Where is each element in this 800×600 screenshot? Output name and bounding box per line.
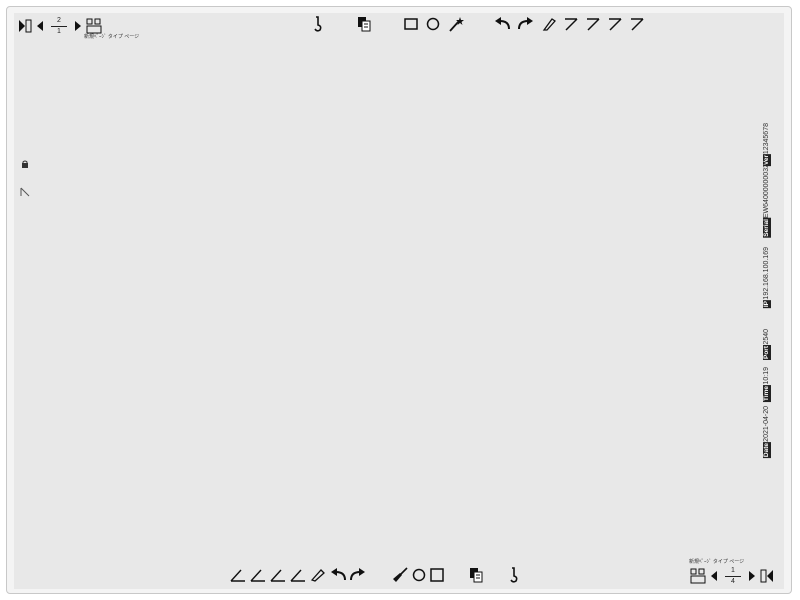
- rectangle-icon[interactable]: [404, 17, 418, 31]
- info-value: 10:19: [763, 367, 770, 385]
- info-label: Port: [763, 345, 771, 360]
- page-counter: 1 4: [722, 565, 744, 587]
- redo-icon[interactable]: [350, 568, 366, 582]
- previous-page-icon[interactable]: [36, 20, 44, 32]
- info-label: Time: [763, 384, 771, 402]
- info-label: IP: [763, 299, 771, 308]
- info-label: Date: [763, 441, 771, 458]
- page-stack-icon[interactable]: [468, 567, 484, 583]
- bottom-toolbar: [230, 567, 520, 583]
- page-total: 4: [731, 577, 735, 585]
- broom-icon[interactable]: [392, 567, 408, 583]
- play-page-icon[interactable]: [760, 568, 774, 584]
- tool-icon[interactable]: [312, 16, 324, 32]
- page-caption-bottom: 新規ﾍﾟｰｼﾞ タイプ ページ: [689, 559, 745, 565]
- info-value: 192.168.100.169: [763, 247, 770, 300]
- circle-icon[interactable]: [412, 568, 426, 582]
- pen-icon[interactable]: [290, 568, 306, 582]
- circle-icon[interactable]: [426, 17, 440, 31]
- undo-icon[interactable]: [330, 568, 346, 582]
- page-list-icon[interactable]: [86, 18, 102, 34]
- info-date: Date 2021-04-20: [758, 404, 776, 460]
- page-counter: 2 1: [48, 15, 70, 37]
- previous-page-icon[interactable]: [710, 570, 718, 582]
- eraser-icon[interactable]: [542, 17, 556, 31]
- info-version: Ver 12345678: [758, 110, 776, 168]
- redo-icon[interactable]: [518, 17, 534, 31]
- page-divider: [51, 25, 67, 27]
- page-total: 1: [57, 27, 61, 35]
- page-list-icon[interactable]: [690, 568, 706, 584]
- magic-wand-icon[interactable]: [448, 16, 464, 32]
- lock-icon[interactable]: [20, 160, 30, 169]
- page-current: 2: [57, 16, 61, 24]
- play-page-icon[interactable]: [18, 18, 32, 34]
- pen-icon[interactable]: [630, 17, 644, 31]
- info-port: Port 2540: [758, 310, 776, 362]
- info-value: 2021-04-20: [763, 406, 770, 442]
- page-current: 1: [731, 566, 735, 574]
- info-serial: Serial EW64000000032: [758, 164, 776, 240]
- rectangle-icon[interactable]: [430, 568, 444, 582]
- page-divider: [725, 575, 741, 577]
- pen-icon[interactable]: [230, 568, 246, 582]
- page-caption-top: 新規ﾍﾟｰｼﾞ タイプ ページ: [84, 34, 140, 40]
- info-value: 2540: [763, 329, 770, 345]
- page-stack-icon[interactable]: [356, 16, 372, 32]
- top-toolbar: [312, 16, 644, 32]
- highlighter-icon[interactable]: [310, 568, 326, 582]
- undo-icon[interactable]: [494, 17, 510, 31]
- device-info-panel: Ver 12345678 Serial EW64000000032 IP 192…: [758, 110, 776, 460]
- left-side-icons: [20, 160, 30, 197]
- next-page-icon[interactable]: [74, 20, 82, 32]
- pen-icon[interactable]: [564, 17, 578, 31]
- info-time: Time 10:19: [758, 362, 776, 404]
- next-page-icon[interactable]: [748, 570, 756, 582]
- page-navigator-bottom: 1 4: [690, 565, 774, 587]
- info-value: EW64000000032: [763, 164, 770, 219]
- pen-icon[interactable]: [608, 17, 622, 31]
- pen-icon[interactable]: [250, 568, 266, 582]
- info-ip: IP 192.168.100.169: [758, 240, 776, 310]
- whiteboard-canvas[interactable]: [14, 13, 784, 589]
- tool-icon[interactable]: [508, 567, 520, 583]
- info-value: 12345678: [763, 122, 770, 154]
- pen-icon[interactable]: [270, 568, 286, 582]
- diagonal-line-icon[interactable]: [20, 187, 30, 197]
- pen-icon[interactable]: [586, 17, 600, 31]
- info-label: Serial: [763, 218, 771, 238]
